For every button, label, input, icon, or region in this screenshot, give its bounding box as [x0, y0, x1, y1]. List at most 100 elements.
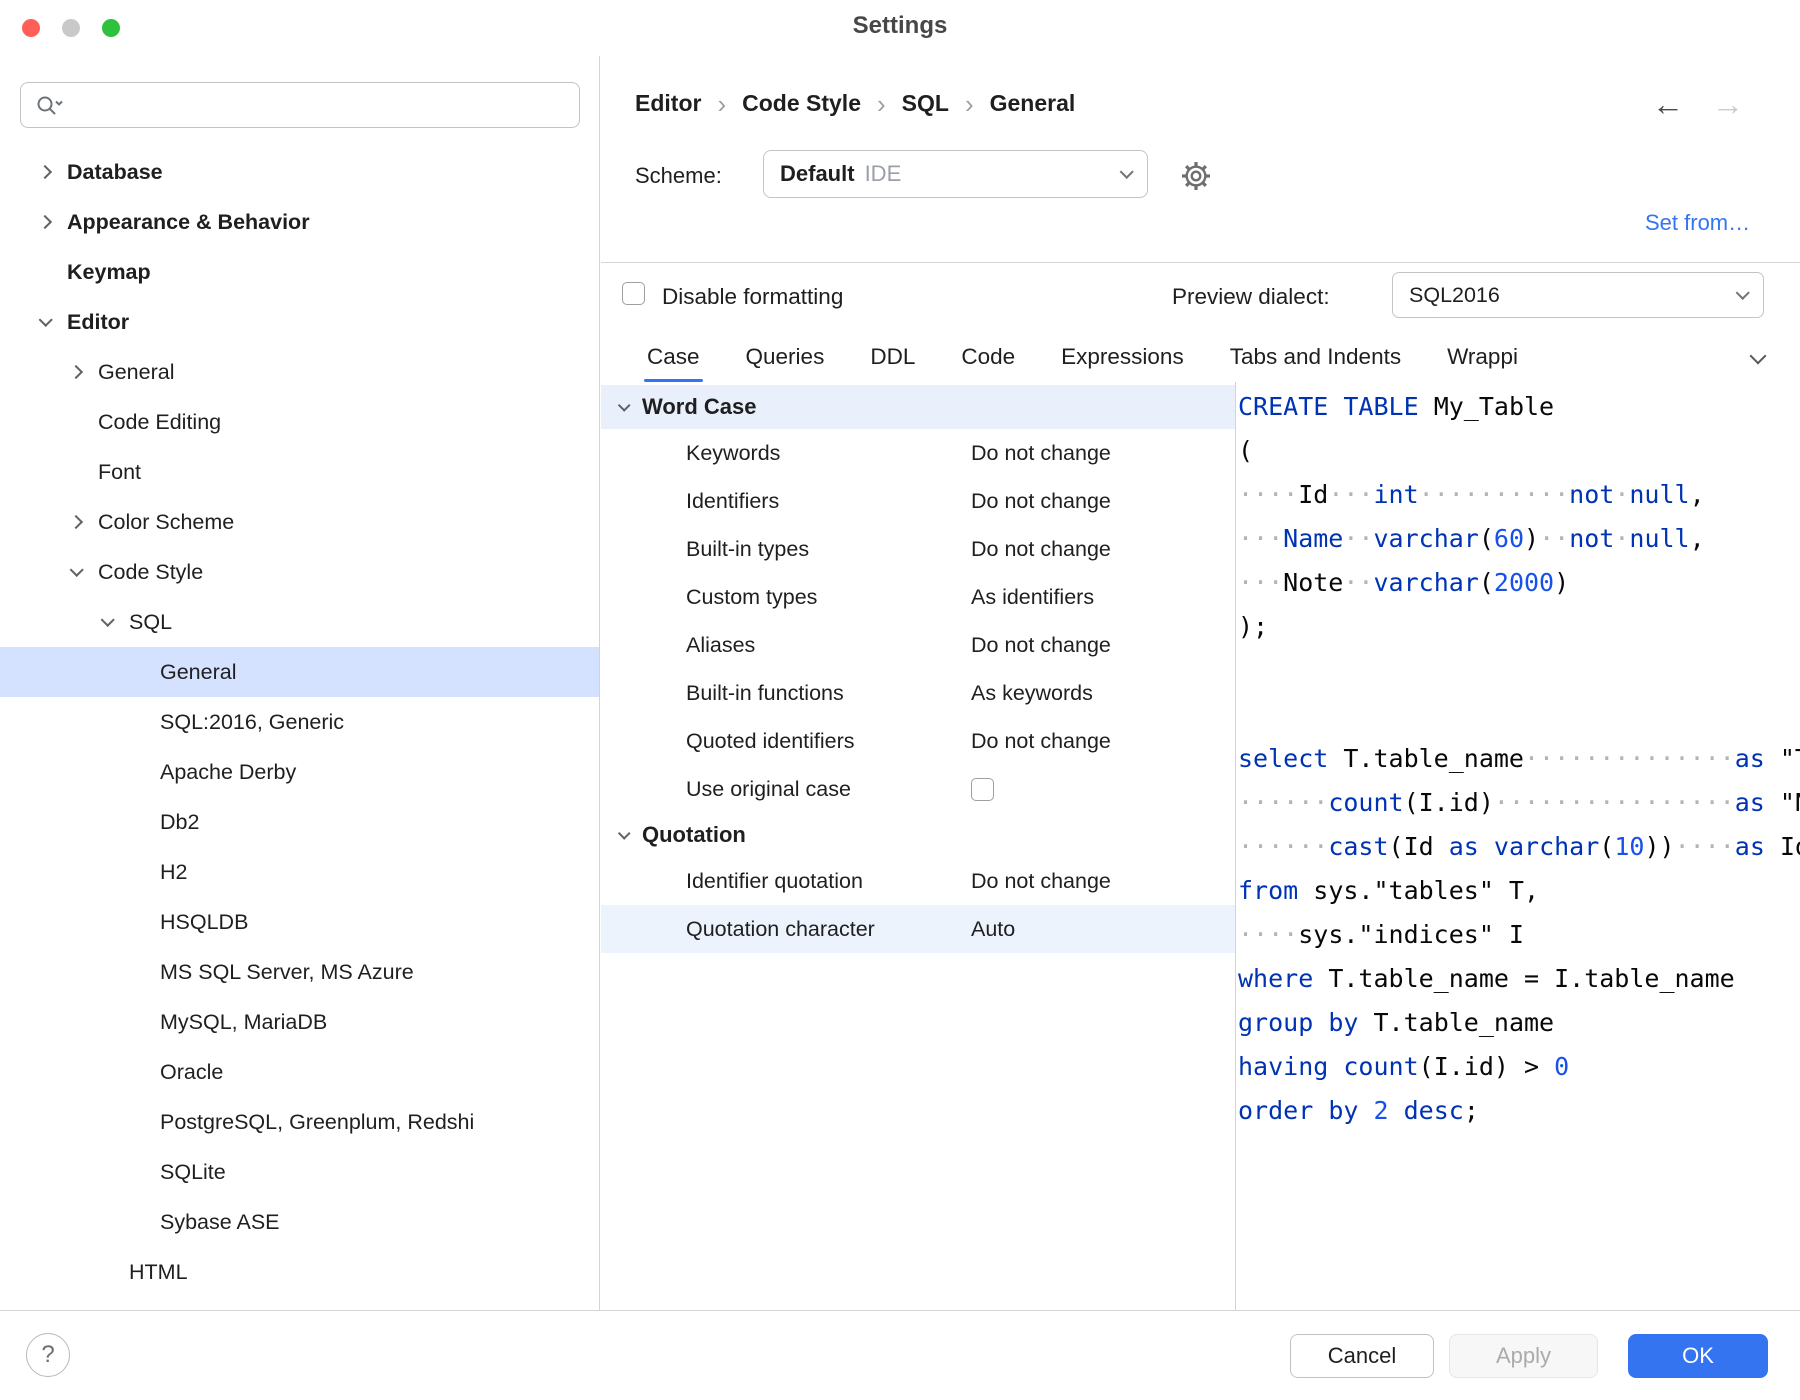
code-token: (I.id) > — [1419, 1052, 1554, 1081]
breadcrumb-separator: › — [877, 91, 886, 117]
sidebar-item-ms-sql-server-ms-azure[interactable]: MS SQL Server, MS Azure — [0, 947, 600, 997]
sidebar-item-sql[interactable]: SQL — [0, 597, 600, 647]
tab-expressions[interactable]: Expressions — [1038, 334, 1207, 382]
code-token: ; — [1464, 1096, 1479, 1125]
sidebar-item-general[interactable]: General — [0, 647, 600, 697]
code-token: sys."tables" T, — [1298, 876, 1539, 905]
preview-dialect-dropdown[interactable]: SQL2016 — [1392, 272, 1764, 318]
settings-search-box[interactable] — [20, 82, 580, 128]
code-token: T.table_name — [1328, 744, 1524, 773]
sidebar-item-database[interactable]: Database — [0, 147, 600, 197]
sidebar-item-appearance-behavior[interactable]: Appearance & Behavior — [0, 197, 600, 247]
code-style-tabs: CaseQueriesDDLCodeExpressionsTabs and In… — [624, 334, 1541, 382]
use-original-case-checkbox[interactable] — [971, 778, 994, 801]
tab-case[interactable]: Case — [624, 334, 723, 382]
sidebar-item-sql-2016-generic[interactable]: SQL:2016, Generic — [0, 697, 600, 747]
code-token: as — [1735, 744, 1765, 773]
aliases-value-dropdown[interactable]: Do not change — [971, 633, 1111, 658]
code-token: T.table_name = I.table_name — [1313, 964, 1734, 993]
chevron-down-icon[interactable] — [39, 313, 53, 327]
tab-queries[interactable]: Queries — [723, 334, 848, 382]
tabs-overflow-chevron-icon[interactable] — [1750, 348, 1767, 365]
disable-formatting-checkbox[interactable] — [622, 282, 645, 305]
breadcrumb-item-code-style[interactable]: Code Style — [742, 90, 861, 117]
sidebar-item-keymap[interactable]: Keymap — [0, 247, 600, 297]
chevron-down-icon — [1120, 165, 1134, 179]
section-title: Word Case — [642, 394, 757, 420]
code-token — [1358, 1096, 1373, 1125]
sidebar-item-oracle[interactable]: Oracle — [0, 1047, 600, 1097]
preview-dialect-value: SQL2016 — [1409, 283, 1500, 308]
set-from-link[interactable]: Set from… — [1645, 210, 1750, 236]
chevron-down-icon[interactable] — [618, 399, 631, 412]
forward-arrow-icon[interactable]: → — [1712, 86, 1744, 123]
sidebar-item-code-style[interactable]: Code Style — [0, 547, 600, 597]
identifiers-value-dropdown[interactable]: Do not change — [971, 489, 1111, 514]
chevron-down-icon — [1736, 286, 1750, 300]
code-token: Id — [1765, 832, 1800, 861]
code-token: , — [1690, 524, 1705, 553]
section-header-word-case[interactable]: Word Case — [601, 385, 1235, 429]
code-token: My_Table — [1419, 392, 1554, 421]
breadcrumb-item-editor[interactable]: Editor — [635, 90, 701, 117]
keywords-value-dropdown[interactable]: Do not change — [971, 441, 1111, 466]
built-in-functions-value-dropdown[interactable]: As keywords — [971, 681, 1093, 706]
setting-row-quoted-identifiers: Quoted identifiersDo not change — [601, 717, 1235, 765]
code-token: group — [1238, 1008, 1313, 1037]
apply-button[interactable]: Apply — [1449, 1334, 1598, 1378]
sidebar-item-editor[interactable]: Editor — [0, 297, 600, 347]
sidebar-item-apache-derby[interactable]: Apache Derby — [0, 747, 600, 797]
sidebar-item-font[interactable]: Font — [0, 447, 600, 497]
sidebar-item-sqlite[interactable]: SQLite — [0, 1147, 600, 1197]
ok-button[interactable]: OK — [1628, 1334, 1768, 1378]
tab-tabs-and-indents[interactable]: Tabs and Indents — [1207, 334, 1424, 382]
scheme-dropdown[interactable]: Default IDE — [763, 150, 1148, 198]
sidebar-item-db2[interactable]: Db2 — [0, 797, 600, 847]
setting-label: Built-in functions — [686, 681, 971, 706]
chevron-right-icon[interactable] — [38, 215, 52, 229]
breadcrumb-item-general[interactable]: General — [990, 90, 1076, 117]
code-token: "N — [1765, 788, 1800, 817]
scheme-gear-icon[interactable] — [1180, 160, 1212, 197]
code-token: Name — [1283, 524, 1343, 553]
tab-wrappi[interactable]: Wrappi — [1424, 334, 1541, 382]
code-line: select T.table_name··············as "T — [1238, 737, 1800, 781]
sidebar-item-postgresql-greenplum-redshi[interactable]: PostgreSQL, Greenplum, Redshi — [0, 1097, 600, 1147]
back-arrow-icon[interactable]: ← — [1652, 86, 1684, 123]
sidebar-item-general[interactable]: General — [0, 347, 600, 397]
sidebar-item-sybase-ase[interactable]: Sybase ASE — [0, 1197, 600, 1247]
chevron-right-icon[interactable] — [69, 365, 83, 379]
quoted-identifiers-value-dropdown[interactable]: Do not change — [971, 729, 1111, 754]
tab-ddl[interactable]: DDL — [847, 334, 938, 382]
sidebar-item-hsqldb[interactable]: HSQLDB — [0, 897, 600, 947]
code-line — [1238, 693, 1800, 737]
code-token: (I.id) — [1404, 788, 1494, 817]
setting-row-custom-types: Custom typesAs identifiers — [601, 573, 1235, 621]
chevron-down-icon[interactable] — [101, 613, 115, 627]
identifier-quotation-value-dropdown[interactable]: Do not change — [971, 869, 1111, 894]
sidebar-item-html[interactable]: HTML — [0, 1247, 600, 1297]
setting-row-quotation-character: Quotation characterAuto — [601, 905, 1235, 953]
sidebar-item-h2[interactable]: H2 — [0, 847, 600, 897]
chevron-right-icon[interactable] — [69, 515, 83, 529]
chevron-right-icon[interactable] — [38, 165, 52, 179]
sidebar-item-label: Database — [67, 160, 163, 185]
help-button[interactable]: ? — [26, 1333, 70, 1377]
sidebar-item-code-editing[interactable]: Code Editing — [0, 397, 600, 447]
chevron-down-icon[interactable] — [618, 827, 631, 840]
section-header-quotation[interactable]: Quotation — [601, 813, 1235, 857]
breadcrumb-item-sql[interactable]: SQL — [902, 90, 949, 117]
sidebar-item-mysql-mariadb[interactable]: MySQL, MariaDB — [0, 997, 600, 1047]
chevron-down-icon[interactable] — [70, 563, 84, 577]
built-in-types-value-dropdown[interactable]: Do not change — [971, 537, 1111, 562]
sidebar-item-label: Appearance & Behavior — [67, 210, 310, 235]
cancel-button[interactable]: Cancel — [1290, 1334, 1434, 1378]
code-line: order by 2 desc; — [1238, 1089, 1800, 1133]
quotation-character-value-dropdown[interactable]: Auto — [971, 917, 1015, 942]
code-token: ················ — [1494, 788, 1735, 817]
search-input[interactable] — [71, 85, 579, 125]
code-token: as — [1735, 832, 1765, 861]
custom-types-value-dropdown[interactable]: As identifiers — [971, 585, 1094, 610]
tab-code[interactable]: Code — [938, 334, 1038, 382]
sidebar-item-color-scheme[interactable]: Color Scheme — [0, 497, 600, 547]
